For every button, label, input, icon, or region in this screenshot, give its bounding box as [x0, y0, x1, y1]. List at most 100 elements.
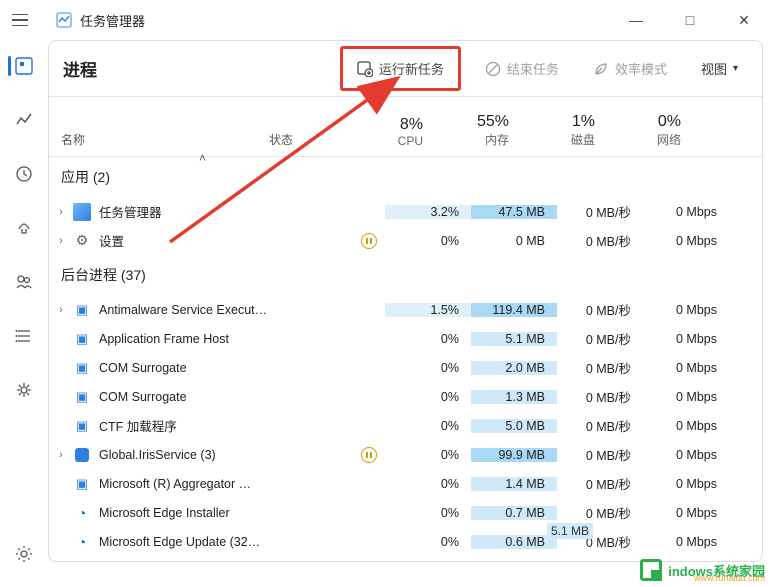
process-name: COM Surrogate	[99, 361, 305, 375]
mem-value: 0 MB	[471, 234, 557, 248]
cpu-value: 0%	[385, 332, 471, 346]
view-dropdown[interactable]: 视图 ▾	[691, 53, 748, 84]
net-value: 0 Mbps	[643, 234, 729, 248]
disk-value: 0 MB/秒	[557, 416, 643, 435]
efficiency-label: 效率模式	[615, 59, 667, 78]
process-row[interactable]: ▣COM Surrogate0%2.0 MB0 MB/秒0 Mbps	[49, 353, 762, 382]
mem-value: 0.7 MB	[471, 506, 557, 520]
mem-value: 0.6 MB	[471, 535, 557, 549]
process-name: COM Surrogate	[99, 390, 305, 404]
paused-icon	[361, 233, 377, 249]
col-name[interactable]: 名称	[49, 97, 269, 156]
column-headers: ˄ 名称 状态 8%CPU 55%内存 1%磁盘 0%网络	[49, 97, 762, 157]
col-disk[interactable]: 1%磁盘	[521, 97, 607, 156]
sort-caret-icon: ˄	[199, 151, 206, 165]
disk-value: 0 MB/秒	[557, 503, 643, 522]
hamburger-menu-icon[interactable]	[12, 8, 36, 32]
overflow-metric: 5.1 MB	[547, 523, 593, 539]
col-status[interactable]: 状态	[269, 97, 349, 156]
leaf-icon	[593, 61, 609, 77]
cpu-value: 0%	[385, 234, 471, 248]
nav-processes[interactable]	[8, 50, 40, 82]
process-list: 应用 (2)›任务管理器3.2%47.5 MB0 MB/秒0 Mbps›⚙设置0…	[49, 157, 762, 561]
process-row[interactable]: ◔Microsoft Edge Update (32…0%0.6 MB0 MB/…	[49, 527, 762, 556]
expand-icon[interactable]: ›	[49, 206, 73, 218]
mem-value: 99.9 MB	[471, 448, 557, 462]
process-name: CTF 加载程序	[99, 416, 305, 435]
watermark-url: www.ruhaidu.com	[694, 573, 765, 583]
group-apps: 应用 (2)	[49, 157, 762, 197]
process-name: 设置	[99, 231, 305, 250]
disk-value: 0 MB/秒	[557, 300, 643, 319]
run-new-task-label: 运行新任务	[379, 59, 444, 78]
nav-settings[interactable]	[8, 538, 40, 570]
nav-services[interactable]	[8, 374, 40, 406]
nav-performance[interactable]	[8, 104, 40, 136]
nav-details[interactable]	[8, 320, 40, 352]
col-cpu[interactable]: 8%CPU	[349, 97, 435, 156]
col-network[interactable]: 0%网络	[607, 97, 693, 156]
process-name: Global.IrisService (3)	[99, 448, 305, 462]
process-row[interactable]: ◔Microsoft Edge Installer0%0.7 MB0 MB/秒0…	[49, 498, 762, 527]
expand-icon[interactable]: ›	[49, 449, 73, 461]
process-row[interactable]: ▣CTF 加载程序0%5.0 MB0 MB/秒0 Mbps	[49, 411, 762, 440]
cpu-value: 0%	[385, 448, 471, 462]
nav-startup[interactable]	[8, 212, 40, 244]
minimize-button[interactable]: —	[621, 12, 651, 29]
new-task-icon	[357, 61, 373, 77]
process-row[interactable]: ›⚙设置0%0 MB0 MB/秒0 Mbps	[49, 226, 762, 255]
end-task-button: 结束任务	[475, 53, 569, 84]
net-value: 0 Mbps	[643, 535, 729, 549]
annotation-highlight: 运行新任务	[340, 46, 461, 91]
run-new-task-button[interactable]: 运行新任务	[347, 53, 454, 84]
net-value: 0 Mbps	[643, 361, 729, 375]
col-memory[interactable]: 55%内存	[435, 97, 521, 156]
net-value: 0 Mbps	[643, 506, 729, 520]
disk-value: 0 MB/秒	[557, 329, 643, 348]
process-row[interactable]: ▣Application Frame Host0%5.1 MB0 MB/秒0 M…	[49, 324, 762, 353]
nav-users[interactable]	[8, 266, 40, 298]
process-row[interactable]: ›▣Antimalware Service Execut…1.5%119.4 M…	[49, 295, 762, 324]
process-name: Microsoft (R) Aggregator …	[99, 477, 305, 491]
cpu-value: 3.2%	[385, 205, 471, 219]
expand-icon[interactable]: ›	[49, 235, 73, 247]
content-pane: 进程 运行新任务 结束任务 效率模式 视图 ▾ ˄	[48, 40, 763, 562]
mem-value: 1.4 MB	[471, 477, 557, 491]
title-bar: 任务管理器 — □ ✕	[0, 0, 771, 40]
process-row[interactable]: ▣COM Surrogate0%1.3 MB0 MB/秒0 Mbps	[49, 382, 762, 411]
disk-value: 0 MB/秒	[557, 387, 643, 406]
view-label: 视图	[701, 59, 727, 78]
paused-icon	[361, 447, 377, 463]
window-controls: — □ ✕	[621, 12, 759, 29]
cpu-value: 0%	[385, 361, 471, 375]
mem-value: 5.1 MB	[471, 332, 557, 346]
disk-value: 0 MB/秒	[557, 445, 643, 464]
group-background: 后台进程 (37)	[49, 255, 762, 295]
process-name: Antimalware Service Execut…	[99, 303, 305, 317]
process-name: 任务管理器	[99, 202, 305, 221]
close-button[interactable]: ✕	[729, 12, 759, 29]
net-value: 0 Mbps	[643, 332, 729, 346]
cpu-value: 0%	[385, 535, 471, 549]
maximize-button[interactable]: □	[675, 12, 705, 29]
cpu-value: 0%	[385, 390, 471, 404]
app-icon	[56, 12, 72, 28]
process-name: Microsoft Edge Update (32…	[99, 535, 305, 549]
mem-value: 2.0 MB	[471, 361, 557, 375]
process-name: Microsoft Edge Installer	[99, 506, 305, 520]
process-row[interactable]: ›任务管理器3.2%47.5 MB0 MB/秒0 Mbps	[49, 197, 762, 226]
mem-value: 5.0 MB	[471, 419, 557, 433]
nav-history[interactable]	[8, 158, 40, 190]
sidebar	[0, 40, 48, 570]
cpu-value: 1.5%	[385, 303, 471, 317]
net-value: 0 Mbps	[643, 303, 729, 317]
process-row[interactable]: ›Global.IrisService (3)0%99.9 MB0 MB/秒0 …	[49, 440, 762, 469]
mem-value: 1.3 MB	[471, 390, 557, 404]
end-task-label: 结束任务	[507, 59, 559, 78]
process-row[interactable]: ▣Microsoft (R) Aggregator …0%1.4 MB0 MB/…	[49, 469, 762, 498]
cpu-value: 0%	[385, 477, 471, 491]
page-title: 进程	[63, 56, 97, 81]
expand-icon[interactable]: ›	[49, 304, 73, 316]
disk-value: 0 MB/秒	[557, 202, 643, 221]
disk-value: 0 MB/秒	[557, 231, 643, 250]
